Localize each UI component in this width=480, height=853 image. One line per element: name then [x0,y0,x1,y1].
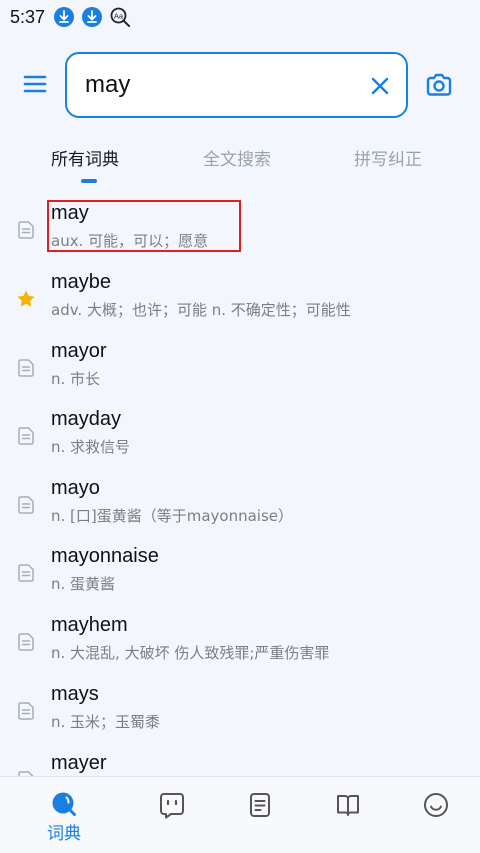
nav-chat[interactable] [152,791,192,847]
nav-profile[interactable] [416,791,456,847]
star-icon[interactable] [16,289,36,309]
result-definition: n. [口]蛋黄酱（等于mayonnaise） [51,507,294,525]
bottom-nav: 词典 [0,776,480,853]
list-item[interactable]: mayo n. [口]蛋黄酱（等于mayonnaise） [0,471,480,539]
result-definition: n. 玉米；玉蜀黍 [51,713,161,731]
smiley-face-icon [424,793,448,817]
document-icon [16,563,36,583]
result-definition: adv. 大概；也许；可能 n. 不确定性；可能性 [51,301,351,319]
tab-bar: 所有词典 全文搜索 拼写纠正 [0,140,480,190]
list-item[interactable]: mayonnaise n. 蛋黄酱 [0,539,480,607]
menu-icon[interactable] [22,71,48,97]
svg-text:Aa: Aa [114,11,124,20]
download-icon [53,6,75,28]
document-icon [16,495,36,515]
result-word: mayonnaise [51,545,159,567]
chat-bubble-icon [160,793,184,819]
result-word: mayday [51,408,122,430]
search-translate-icon: Aa [109,6,131,28]
document-icon [16,426,36,446]
status-bar: 5:37 Aa [0,0,480,34]
tab-all-dictionaries[interactable]: 所有词典 [51,145,119,170]
highlight-box [47,200,241,252]
result-word: mayor [51,340,107,362]
nav-wordbook[interactable] [328,791,368,847]
result-word: mayer [51,752,107,774]
result-definition: n. 大混乱, 大破坏 伤人致残罪;严重伤害罪 [51,644,330,662]
document-icon [16,632,36,652]
document-icon [16,358,36,378]
result-word: mayhem [51,614,128,636]
download-icon [81,6,103,28]
nav-notes[interactable] [240,791,280,847]
list-item[interactable]: maybe adv. 大概；也许；可能 n. 不确定性；可能性 [0,265,480,333]
book-icon [337,795,359,816]
result-definition: n. 市长 [51,370,101,388]
list-item[interactable]: mayer [0,746,480,776]
result-definition: n. 蛋黄酱 [51,575,116,593]
search-input[interactable]: may [65,52,408,118]
result-word: mays [51,683,99,705]
close-icon[interactable] [368,74,392,98]
result-word: mayo [51,477,100,499]
document-icon [16,220,36,240]
document-icon [16,701,36,721]
nav-dictionary[interactable]: 词典 [44,791,84,847]
result-definition: n. 求救信号 [51,438,131,456]
list-item[interactable]: mayhem n. 大混乱, 大破坏 伤人致残罪;严重伤害罪 [0,608,480,676]
tab-spell-correct[interactable]: 拼写纠正 [354,145,422,170]
list-item[interactable]: mays n. 玉米；玉蜀黍 [0,677,480,745]
search-row: may [0,52,480,118]
camera-icon[interactable] [425,72,453,98]
result-word: maybe [51,271,112,293]
list-item[interactable]: may aux. 可能，可以；愿意 [0,196,480,264]
active-tab-indicator [81,179,97,183]
tab-fulltext-search[interactable]: 全文搜索 [203,145,271,170]
search-input-text: may [85,71,131,98]
note-icon [250,793,270,817]
list-item[interactable]: mayday n. 求救信号 [0,402,480,470]
status-time: 5:37 [10,6,46,27]
nav-dictionary-label: 词典 [47,824,81,844]
dictionary-search-icon [52,792,76,816]
list-item[interactable]: mayor n. 市长 [0,334,480,402]
results-list: may aux. 可能，可以；愿意 maybe adv. 大概；也许；可能 n.… [0,196,480,776]
